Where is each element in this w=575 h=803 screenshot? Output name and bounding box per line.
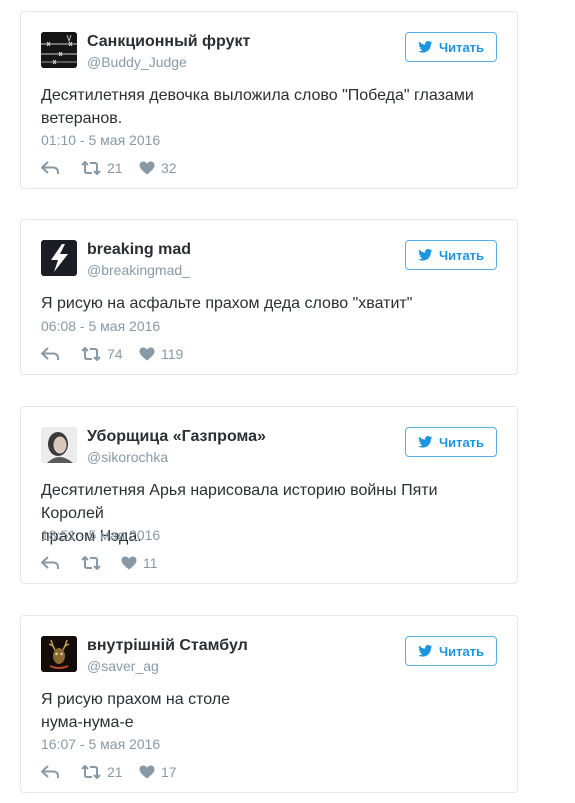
like-button[interactable]: 32: [139, 160, 177, 176]
tweet-timestamp[interactable]: 18:51 - 5 мая 2016: [41, 527, 160, 543]
tweet-text: Я рисую на асфальте прахом деда слово "х…: [41, 292, 491, 315]
tweet-card: Уборщица «Газпрома» @sikorochka Читать Д…: [20, 406, 518, 584]
follow-button[interactable]: Читать: [405, 240, 497, 270]
reply-icon: [41, 765, 59, 778]
follow-label: Читать: [438, 247, 485, 263]
like-button[interactable]: 17: [139, 764, 177, 780]
retweet-button[interactable]: 21: [81, 764, 139, 780]
tweet-actions: 21 32: [41, 159, 177, 177]
twitter-bird-icon: [418, 41, 433, 53]
reply-button[interactable]: [41, 161, 81, 175]
retweet-button[interactable]: [81, 556, 121, 570]
barbed-wire-avatar-image: [41, 32, 77, 68]
user-handle[interactable]: @sikorochka: [87, 449, 168, 465]
retweet-button[interactable]: 21: [81, 160, 139, 176]
heart-icon: [121, 556, 137, 570]
tweet-card: breaking mad @breakingmad_ Читать Я рису…: [20, 219, 518, 375]
twitter-bird-icon: [418, 645, 433, 657]
tweet-text-line: Десятилетняя девочка выложила слово "Поб…: [41, 87, 474, 104]
retweet-button[interactable]: 74: [81, 346, 139, 362]
heart-icon: [139, 161, 155, 175]
reply-button[interactable]: [41, 556, 81, 570]
tweet-actions: 11: [41, 554, 158, 572]
lightning-avatar-image: [41, 240, 77, 276]
tweet-text: Я рисую прахом на столе нума-нума-е: [41, 688, 491, 734]
follow-label: Читать: [438, 643, 485, 659]
heart-icon: [139, 765, 155, 779]
tweet-actions: 21 17: [41, 763, 177, 781]
tweet-text-line: Десятилетняя Арья нарисовала историю вой…: [41, 482, 438, 522]
follow-button[interactable]: Читать: [405, 636, 497, 666]
tweet-text: Десятилетняя девочка выложила слово "Поб…: [41, 84, 491, 130]
twitter-bird-icon: [418, 436, 433, 448]
avatar[interactable]: [41, 32, 77, 68]
heart-icon: [139, 347, 155, 361]
retweet-count: 21: [107, 160, 123, 176]
avatar[interactable]: [41, 427, 77, 463]
follow-button[interactable]: Читать: [405, 427, 497, 457]
like-count: 32: [161, 160, 177, 176]
reply-icon: [41, 556, 59, 569]
tweet-actions: 74 119: [41, 345, 183, 363]
like-count: 11: [143, 555, 158, 571]
tweet-card: Санкционный фрукт @Buddy_Judge Читать Де…: [20, 11, 518, 189]
like-button[interactable]: 11: [121, 555, 158, 571]
tweet-text-line: Я рисую на асфальте прахом деда слово "х…: [41, 295, 413, 312]
tweet-text-line: нума-нума-е: [41, 714, 134, 731]
user-handle[interactable]: @breakingmad_: [87, 262, 190, 278]
twitter-bird-icon: [418, 249, 433, 261]
tweet-card: внутрішній Стамбул @saver_ag Читать Я ри…: [20, 615, 518, 793]
avatar[interactable]: [41, 636, 77, 672]
display-name[interactable]: Уборщица «Газпрома»: [87, 428, 266, 446]
like-count: 119: [161, 346, 184, 362]
reply-icon: [41, 347, 59, 360]
reply-icon: [41, 161, 59, 174]
like-button[interactable]: 119: [139, 346, 183, 362]
reply-button[interactable]: [41, 765, 81, 779]
tweet-timestamp[interactable]: 16:07 - 5 мая 2016: [41, 736, 160, 752]
user-handle[interactable]: @Buddy_Judge: [87, 54, 187, 70]
display-name[interactable]: внутрішній Стамбул: [87, 637, 248, 655]
follow-label: Читать: [438, 39, 485, 55]
like-count: 17: [161, 764, 177, 780]
tweet-timestamp[interactable]: 06:08 - 5 мая 2016: [41, 318, 160, 334]
follow-button[interactable]: Читать: [405, 32, 497, 62]
portrait-avatar-image: [41, 427, 77, 463]
tweet-text-line: ветеранов.: [41, 110, 123, 127]
display-name[interactable]: breaking mad: [87, 241, 191, 259]
user-handle[interactable]: @saver_ag: [87, 658, 159, 674]
tweet-timestamp[interactable]: 01:10 - 5 мая 2016: [41, 132, 160, 148]
reply-button[interactable]: [41, 347, 81, 361]
deer-avatar-image: [41, 636, 77, 672]
retweet-count: 21: [107, 764, 123, 780]
follow-label: Читать: [438, 434, 485, 450]
display-name[interactable]: Санкционный фрукт: [87, 33, 250, 51]
retweet-icon: [81, 765, 101, 779]
tweet-text-line: Я рисую прахом на столе: [41, 691, 231, 708]
retweet-icon: [81, 161, 101, 175]
retweet-icon: [81, 347, 101, 361]
avatar[interactable]: [41, 240, 77, 276]
retweet-count: 74: [107, 346, 123, 362]
retweet-icon: [81, 556, 101, 570]
